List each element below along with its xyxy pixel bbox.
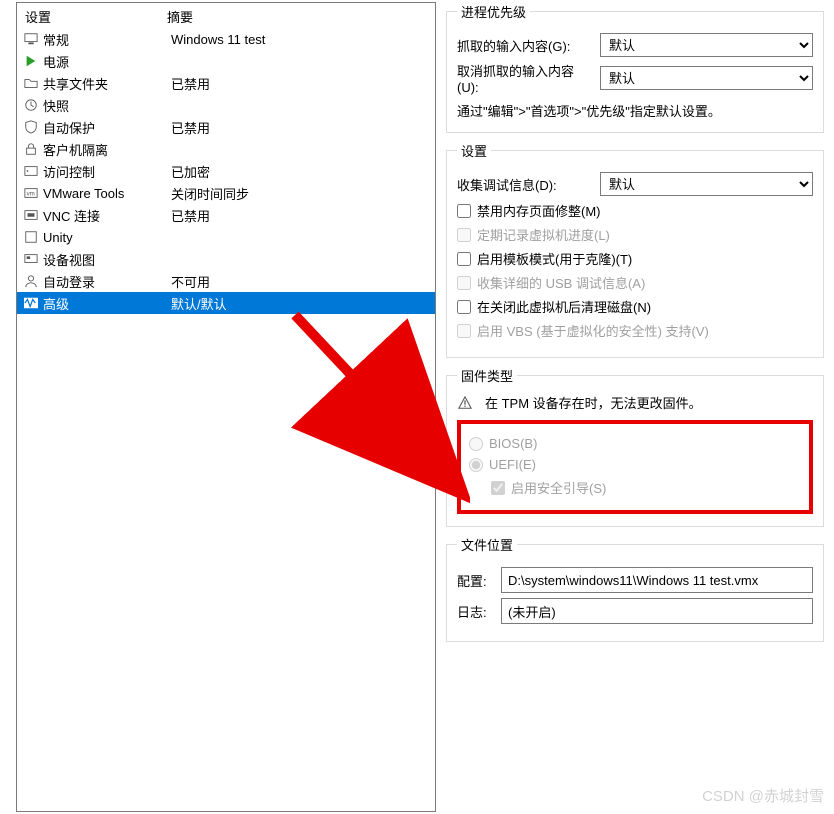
vm-icon: vm [23,185,39,201]
row-label: VNC 连接 [43,206,171,225]
device-icon [23,251,39,267]
settings-row-vnc[interactable]: VNC 连接已禁用 [17,204,435,226]
settings-row-clock[interactable]: 快照 [17,94,435,116]
log-progress-checkbox [457,228,471,242]
row-label: 高级 [43,294,171,313]
settings-row-unity[interactable]: Unity [17,226,435,248]
row-value: 关闭时间同步 [171,184,435,203]
clean-disk-label: 在关闭此虚拟机后清理磁盘(N) [477,297,651,316]
wave-icon [23,295,39,311]
row-label: Unity [43,230,171,245]
clean-disk-checkbox[interactable] [457,300,471,314]
settings-row-vm[interactable]: vm VMware Tools关闭时间同步 [17,182,435,204]
row-label: 自动登录 [43,272,171,291]
disable-mem-trim-label: 禁用内存页面修整(M) [477,201,601,220]
key-icon [23,163,39,179]
header-summary: 摘要 [167,7,435,26]
uefi-radio [469,458,483,472]
row-value: 已禁用 [171,206,435,225]
ungrab-input-select[interactable]: 默认 [600,66,813,90]
ungrab-input-label: 取消抓取的输入内容(U): [457,61,592,95]
vbs-checkbox [457,324,471,338]
grab-input-label: 抓取的输入内容(G): [457,36,592,55]
config-path-label: 配置: [457,571,495,590]
settings-row-play[interactable]: 电源 [17,50,435,72]
row-value: 已禁用 [171,118,435,137]
row-label: 电源 [43,52,171,71]
folder-icon [23,75,39,91]
template-mode-checkbox[interactable] [457,252,471,266]
row-value: 默认/默认 [171,294,435,313]
clock-icon [23,97,39,113]
log-progress-label: 定期记录虚拟机进度(L) [477,225,610,244]
right-panel: 进程优先级 抓取的输入内容(G): 默认 取消抓取的输入内容(U): 默认 通过… [436,0,834,814]
process-priority-group: 进程优先级 抓取的输入内容(G): 默认 取消抓取的输入内容(U): 默认 通过… [446,2,824,133]
log-path-input[interactable] [501,598,813,624]
priority-hint: 通过"编辑">"首选项">"优先级"指定默认设置。 [457,101,813,120]
row-label: 访问控制 [43,162,171,181]
settings-row-wave[interactable]: 高级默认/默认 [17,292,435,314]
process-priority-legend: 进程优先级 [457,2,530,21]
row-label: 快照 [43,96,171,115]
row-label: 设备视图 [43,250,171,269]
warning-icon [457,395,473,411]
row-label: VMware Tools [43,186,171,201]
row-value: 已禁用 [171,74,435,93]
vnc-icon [23,207,39,223]
uefi-label: UEFI(E) [489,457,536,472]
settings-list-panel: 设置 摘要 常规Windows 11 test电源共享文件夹已禁用快照自动保护已… [16,2,436,812]
svg-text:vm: vm [27,191,35,198]
settings-row-device[interactable]: 设备视图 [17,248,435,270]
user-icon [23,273,39,289]
vbs-label: 启用 VBS (基于虚拟化的安全性) 支持(V) [477,321,709,340]
settings-list-header: 设置 摘要 [17,3,435,28]
firmware-type-group: 固件类型 在 TPM 设备存在时，无法更改固件。 BIOS(B) UEFI(E)… [446,366,824,527]
row-value: Windows 11 test [171,32,435,47]
debug-info-label: 收集调试信息(D): [457,175,592,194]
settings-row-user[interactable]: 自动登录不可用 [17,270,435,292]
settings-group: 设置 收集调试信息(D): 默认 禁用内存页面修整(M) 定期记录虚拟机进度(L… [446,141,824,358]
settings-row-monitor[interactable]: 常规Windows 11 test [17,28,435,50]
file-location-group: 文件位置 配置: 日志: [446,535,824,642]
bios-label: BIOS(B) [489,436,537,451]
shield-icon [23,119,39,135]
watermark-text: CSDN @赤城封雪 [702,785,824,806]
settings-row-folder[interactable]: 共享文件夹已禁用 [17,72,435,94]
row-value: 不可用 [171,272,435,291]
template-mode-label: 启用模板模式(用于克隆)(T) [477,249,632,268]
firmware-legend: 固件类型 [457,366,517,385]
firmware-highlight-box: BIOS(B) UEFI(E) 启用安全引导(S) [457,420,813,514]
row-label: 客户机隔离 [43,140,171,159]
settings-row-shield[interactable]: 自动保护已禁用 [17,116,435,138]
row-label: 自动保护 [43,118,171,137]
bios-radio [469,437,483,451]
debug-info-select[interactable]: 默认 [600,172,813,196]
play-icon [23,53,39,69]
disable-mem-trim-checkbox[interactable] [457,204,471,218]
settings-row-key[interactable]: 访问控制已加密 [17,160,435,182]
settings-row-lock[interactable]: 客户机隔离 [17,138,435,160]
row-label: 共享文件夹 [43,74,171,93]
secure-boot-label: 启用安全引导(S) [511,478,606,497]
grab-input-select[interactable]: 默认 [600,33,813,57]
file-location-legend: 文件位置 [457,535,517,554]
firmware-warning-text: 在 TPM 设备存在时，无法更改固件。 [485,393,702,412]
row-value: 已加密 [171,162,435,181]
usb-debug-label: 收集详细的 USB 调试信息(A) [477,273,645,292]
header-settings: 设置 [17,7,167,26]
log-path-label: 日志: [457,602,495,621]
lock-icon [23,141,39,157]
usb-debug-checkbox [457,276,471,290]
monitor-icon [23,31,39,47]
secure-boot-checkbox [491,481,505,495]
config-path-input[interactable] [501,567,813,593]
settings-legend: 设置 [457,141,491,160]
unity-icon [23,229,39,245]
row-label: 常规 [43,30,171,49]
